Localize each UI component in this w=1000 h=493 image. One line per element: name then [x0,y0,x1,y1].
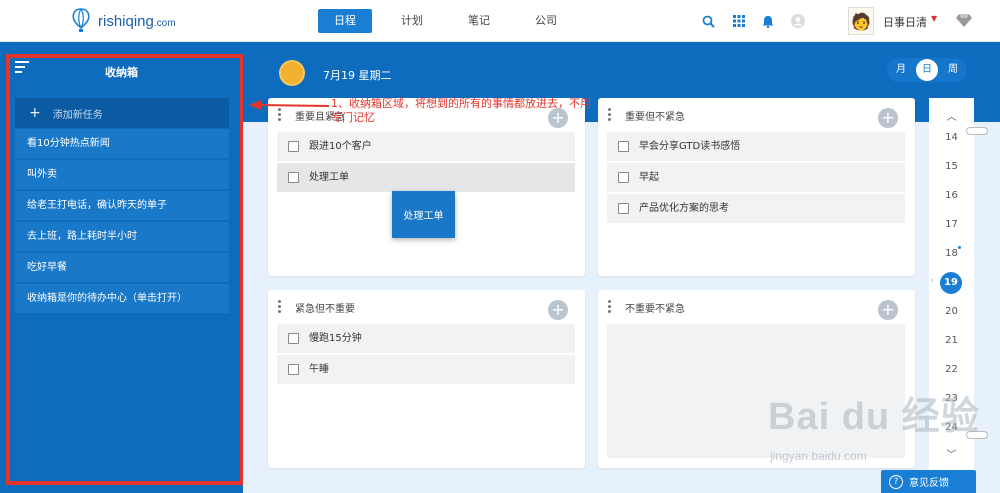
task-item[interactable]: 早起 [607,163,905,192]
date-item[interactable]: 18 [929,248,974,259]
quadrant-title: 紧急但不重要 [295,304,355,315]
quadrant-title: 重要但不紧急 [625,112,685,123]
inbox-item[interactable]: 吃好早餐 [15,253,229,283]
tab-schedule[interactable]: 日程 [318,9,372,33]
dragging-task-card[interactable]: 处理工单 [392,191,455,238]
date-item[interactable]: 22 [929,364,974,375]
date-item[interactable]: 15 [929,161,974,172]
quadrant-urgent-not-important: 紧急但不重要 + 慢跑15分钟 午睡 [268,290,585,468]
inbox-item[interactable]: 收纳箱是你的待办中心（单击打开） [15,284,229,314]
scroll-handle[interactable] [966,127,988,135]
search-icon[interactable] [700,13,716,29]
add-task-icon[interactable]: + [878,300,898,320]
current-date: 7月19 星期二 [323,69,392,82]
task-label: 产品优化方案的思考 [639,203,729,214]
task-label: 处理工单 [309,172,349,183]
view-month-button[interactable]: 月 [890,59,912,81]
task-label: 早会分享GTD读书感悟 [639,141,741,152]
task-item[interactable]: 跟进10个客户 [277,132,575,161]
diamond-icon[interactable] [956,12,972,28]
add-task-icon[interactable]: + [878,108,898,128]
sun-icon [281,62,303,84]
inbox-item[interactable]: 给老王打电话，确认昨天的单子 [15,191,229,221]
drag-handle-icon[interactable] [608,108,611,123]
view-week-button[interactable]: 周 [942,59,964,81]
quadrant-not-important-not-urgent: 不重要不紧急 + [598,290,915,468]
plus-icon: + [29,105,41,121]
bell-icon[interactable] [760,13,776,29]
tab-company[interactable]: 公司 [519,9,573,33]
quadrant-title: 不重要不紧急 [625,304,685,315]
task-label: 午睡 [309,364,329,375]
grid-icon[interactable] [731,13,747,29]
chevron-down-icon[interactable]: ﹀ [929,446,974,461]
main-nav: 日程 计划 笔记 公司 [318,9,586,33]
annotation-text: 1、收纳箱区域，将想到的所有的事情都放进去，不用专门记忆 [331,97,591,124]
task-label: 跟进10个客户 [309,141,372,152]
add-task-icon[interactable]: + [548,300,568,320]
add-task-button[interactable]: + 添加新任务 [15,98,229,128]
question-icon: ? [889,474,903,489]
top-navigation-bar: rishiqing.com 日程 计划 笔记 公司 🧑 日事日清 ▼ [0,0,1000,42]
task-checkbox[interactable] [618,203,629,214]
task-checkbox[interactable] [618,141,629,152]
task-checkbox[interactable] [288,141,299,152]
date-item[interactable]: 17 [929,219,974,230]
feedback-label: 意见反馈 [909,478,949,489]
logo-text: rishiqing.com [98,12,176,30]
task-item[interactable]: 慢跑15分钟 [277,324,575,353]
chevron-up-icon[interactable]: ︿ [929,108,974,123]
date-item-selected[interactable]: 19 [940,272,962,294]
task-checkbox[interactable] [288,172,299,183]
watermark-url: jingyan.baidu.com [770,449,867,463]
user-circle-icon[interactable] [790,13,806,29]
task-checkbox[interactable] [288,333,299,344]
date-item[interactable]: 20 [929,306,974,317]
date-item[interactable]: 21 [929,335,974,346]
view-day-button[interactable]: 日 [916,59,938,81]
user-name[interactable]: 日事日清 [883,14,927,30]
event-dot [958,246,961,249]
tab-notes[interactable]: 笔记 [452,9,506,33]
quadrant-important-not-urgent: 重要但不紧急 + 早会分享GTD读书感悟 早起 产品优化方案的思考 [598,98,915,276]
task-label: 早起 [639,172,659,183]
inbox-item[interactable]: 叫外卖 [15,160,229,190]
date-item[interactable]: 16 [929,190,974,201]
add-task-label: 添加新任务 [52,109,103,121]
task-item[interactable]: 午睡 [277,355,575,384]
avatar[interactable]: 🧑 [848,7,874,35]
task-item[interactable]: 处理工单 [277,163,575,192]
logo[interactable]: rishiqing.com [70,8,176,34]
view-switch: 月 日 周 [887,58,967,82]
drag-handle-icon[interactable] [278,300,281,315]
chevron-down-icon[interactable]: ▼ [931,14,937,23]
tab-plan[interactable]: 计划 [385,9,439,33]
inbox-task-list: 看10分钟热点新闻 叫外卖 给老王打电话，确认昨天的单子 去上班，路上耗时半小时… [15,129,229,315]
inbox-item[interactable]: 看10分钟热点新闻 [15,129,229,159]
task-label: 慢跑15分钟 [309,333,362,344]
chevron-left-icon[interactable]: ‹ [930,276,934,286]
drag-handle-icon[interactable] [608,300,611,315]
inbox-item[interactable]: 去上班，路上耗时半小时 [15,222,229,252]
balloon-logo-icon [72,8,90,32]
annotation-arrow [249,100,329,110]
task-item[interactable]: 早会分享GTD读书感悟 [607,132,905,161]
feedback-button[interactable]: ? 意见反馈 [881,470,976,493]
task-checkbox[interactable] [288,364,299,375]
watermark-logo: Bai du 经验 [768,396,980,438]
sidebar-title: 收纳箱 [105,66,138,79]
task-checkbox[interactable] [618,172,629,183]
task-item[interactable]: 产品优化方案的思考 [607,194,905,223]
